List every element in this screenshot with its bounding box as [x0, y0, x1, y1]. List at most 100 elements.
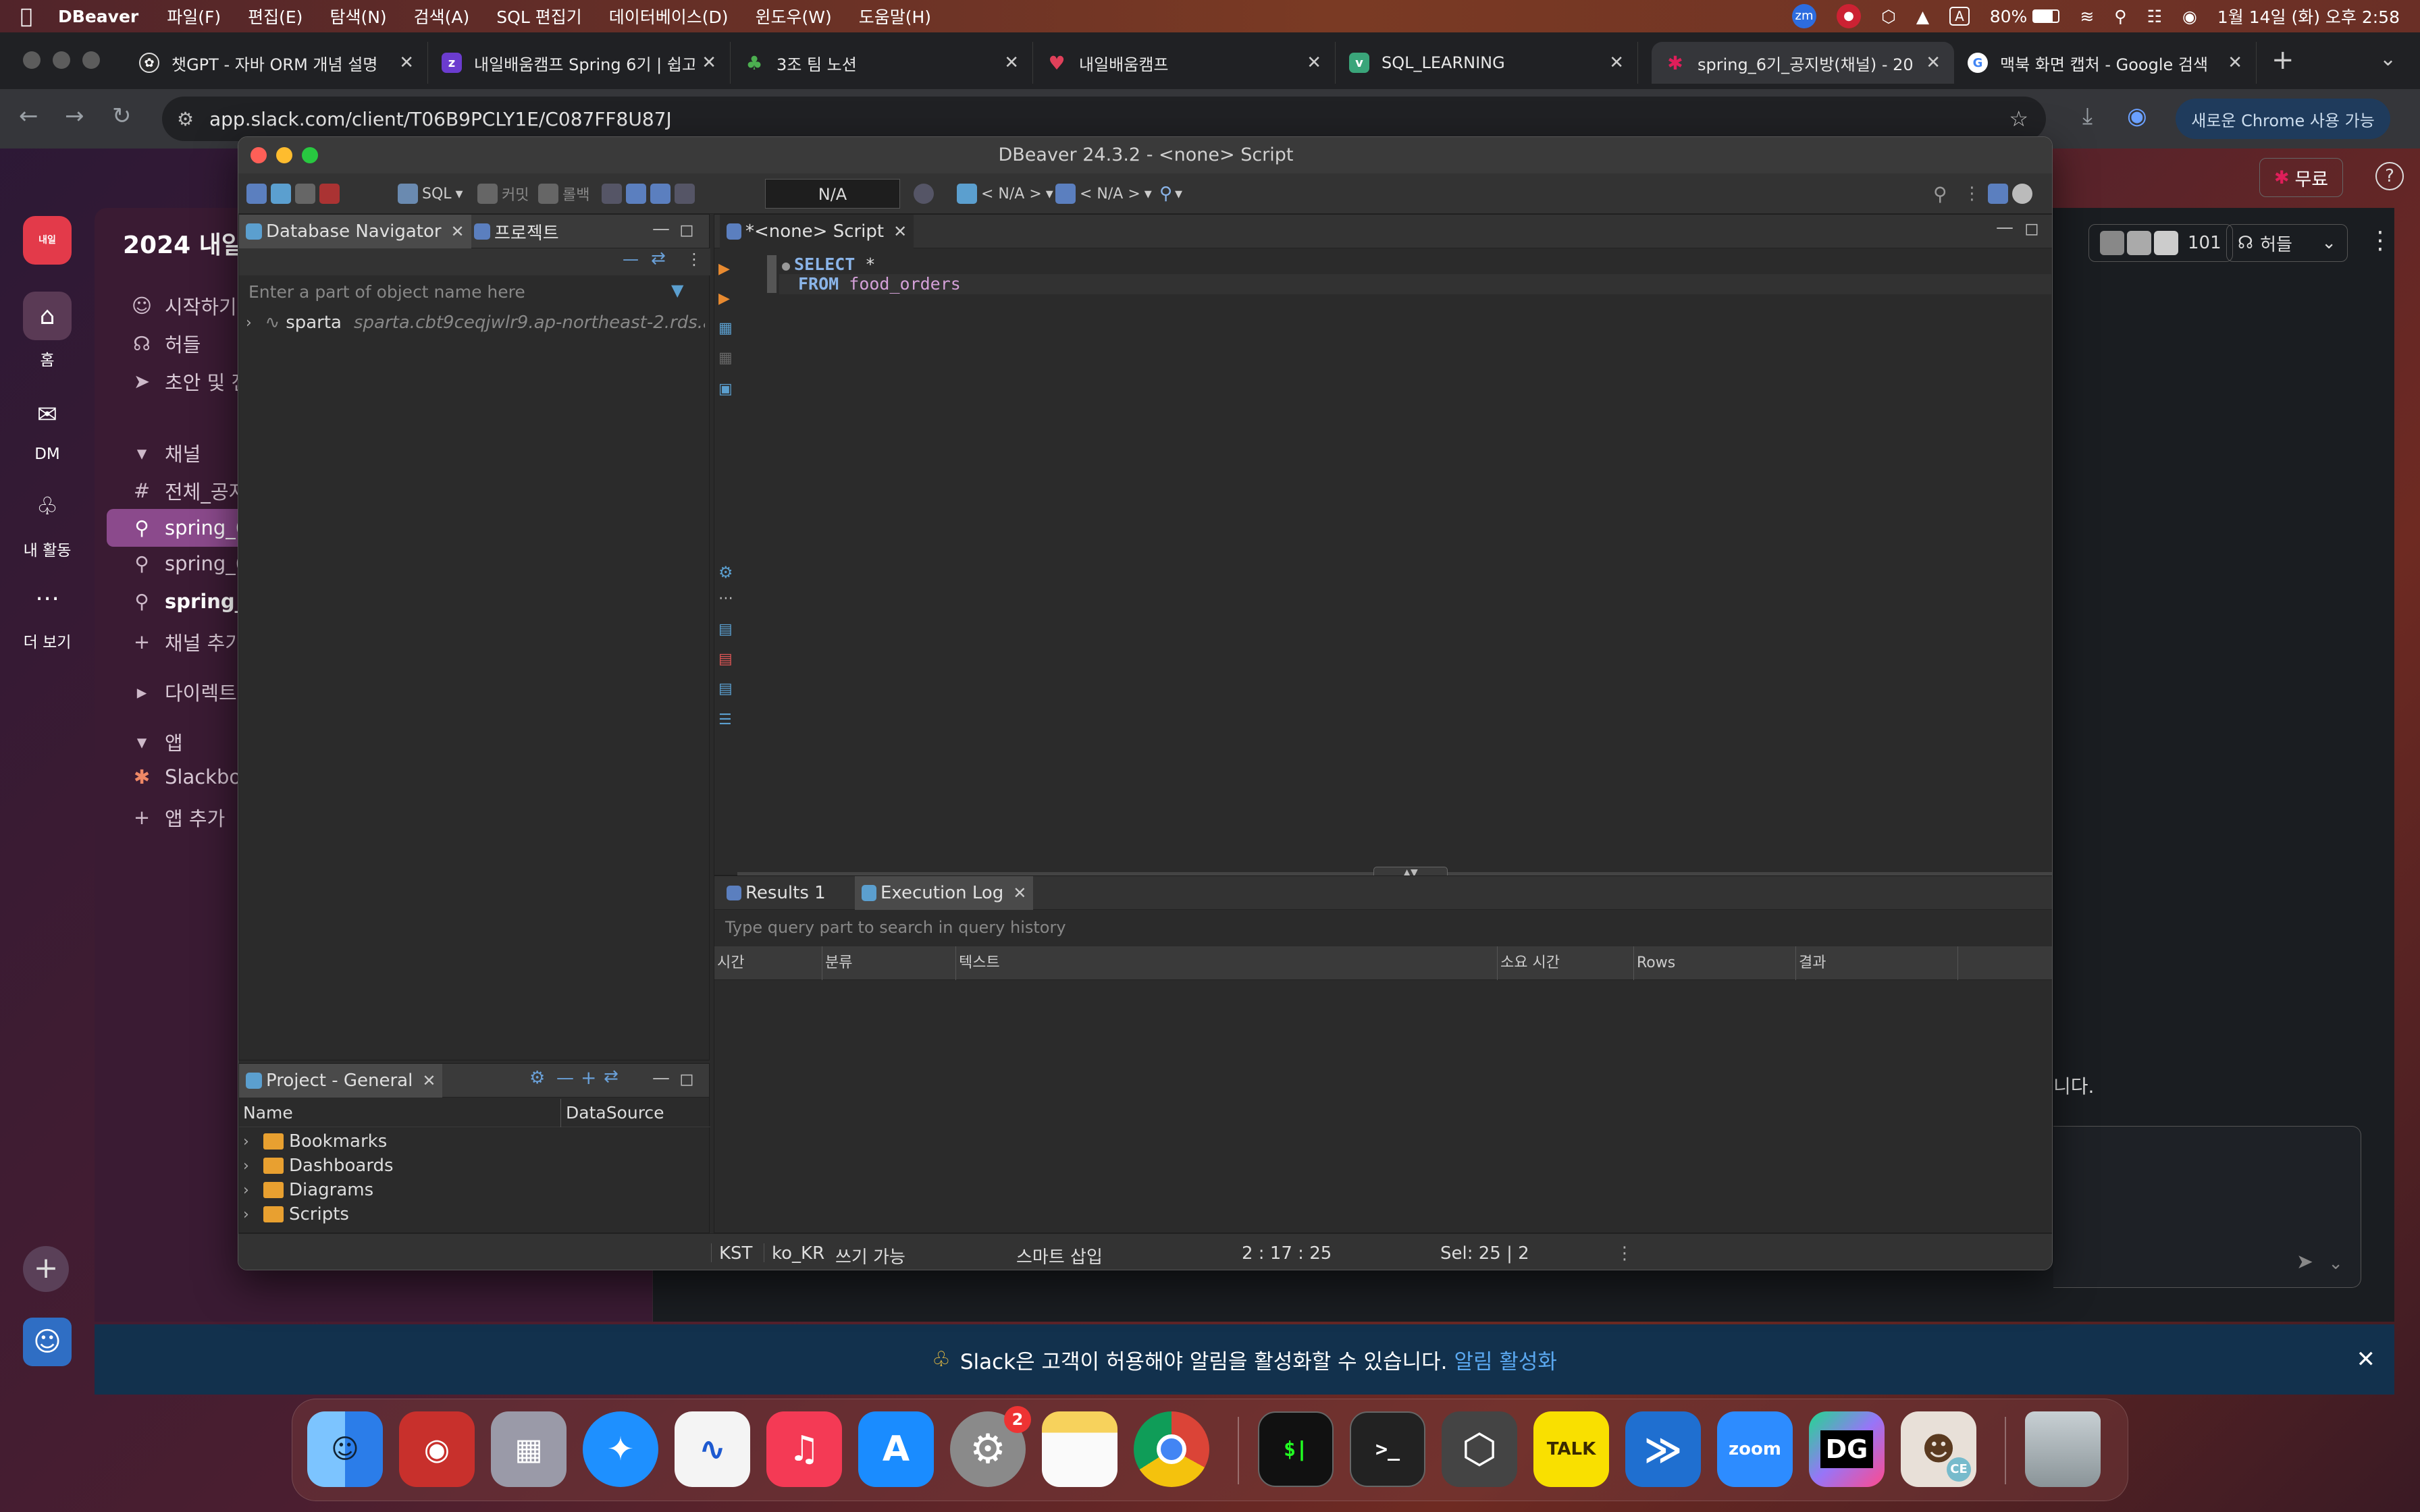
- browser-tab[interactable]: ♥ 내일배움캠프 ✕: [1033, 42, 1336, 84]
- member-avatars[interactable]: 101: [2088, 224, 2233, 262]
- siri-icon[interactable]: ◉: [2182, 7, 2197, 26]
- project-item-diagrams[interactable]: › Diagrams: [243, 1180, 373, 1200]
- dock-system-settings-icon[interactable]: ⚙ 2: [950, 1406, 1031, 1487]
- extension-status-icon[interactable]: ⬡: [1881, 7, 1896, 26]
- more-icon[interactable]: ⋯: [718, 590, 733, 607]
- menu-database[interactable]: 데이터베이스(D): [609, 4, 729, 28]
- outline-icon[interactable]: ▤: [718, 621, 733, 638]
- rail-home[interactable]: ⌂ 홈: [0, 292, 95, 370]
- explain-plan-icon[interactable]: ▦: [718, 320, 733, 337]
- forward-icon[interactable]: →: [65, 103, 84, 130]
- channels-section[interactable]: ▾ 채널: [128, 439, 201, 467]
- dock-notes-icon[interactable]: [1042, 1411, 1117, 1487]
- new-tab-icon[interactable]: +: [2271, 45, 2294, 76]
- dock-unity-icon[interactable]: ⬡: [1442, 1411, 1517, 1487]
- minimize-panel-icon[interactable]: —: [1996, 217, 2014, 238]
- rollback-button[interactable]: 롤백: [538, 182, 589, 206]
- sql-editor-button[interactable]: SQL ▾: [398, 182, 463, 206]
- bookmark-star-icon[interactable]: ☆: [2009, 106, 2028, 132]
- dock-terminal-icon[interactable]: >_: [1350, 1411, 1425, 1487]
- lock-icon[interactable]: [626, 184, 646, 204]
- close-tab-icon[interactable]: ✕: [1609, 53, 1624, 73]
- global-search-icon[interactable]: ⚲: [1933, 183, 1947, 205]
- rail-more[interactable]: ⋯ 더 보기: [0, 574, 95, 652]
- connect-icon[interactable]: [271, 184, 291, 204]
- menu-navigate[interactable]: 탐색(N): [330, 4, 386, 28]
- notification-status-icon[interactable]: ●: [1837, 4, 1861, 28]
- schema-selector[interactable]: < N/A > ▾: [1055, 182, 1152, 206]
- window-close-button[interactable]: [23, 51, 41, 69]
- enable-notifications-link[interactable]: 알림 활성화: [1454, 1345, 1557, 1375]
- maximize-panel-icon[interactable]: ◻: [679, 1069, 694, 1089]
- profile-icon[interactable]: ◉: [2127, 103, 2147, 130]
- apple-icon[interactable]: : [20, 5, 32, 28]
- column-datasource[interactable]: DataSource: [566, 1103, 664, 1123]
- link-icon[interactable]: ⇄: [604, 1066, 619, 1087]
- sidebar-start[interactable]: ☺ 시작하기: [128, 292, 237, 320]
- history-icon[interactable]: [914, 184, 934, 204]
- user-avatar[interactable]: ☺: [23, 1318, 72, 1366]
- kebab-menu-icon[interactable]: ⋮: [2368, 227, 2392, 254]
- view-menu-icon[interactable]: ⋮: [686, 250, 702, 269]
- dock-music-icon[interactable]: ♫: [766, 1411, 842, 1487]
- connection-node[interactable]: › ∿ sparta sparta.cbt9ceqjwlr9.ap-northe…: [246, 309, 705, 336]
- close-tab-icon[interactable]: ✕: [702, 53, 716, 73]
- dbeaver-zoom-button[interactable]: [302, 147, 318, 163]
- minimize-panel-icon[interactable]: —: [652, 1068, 670, 1088]
- new-connection-icon[interactable]: [246, 184, 267, 204]
- browser-tab[interactable]: G 맥북 화면 캡처 - Google 검색 ✕: [1954, 42, 2257, 84]
- close-tab-icon[interactable]: ✕: [399, 53, 414, 73]
- search-dropdown[interactable]: ⚲ ▾: [1159, 182, 1182, 206]
- datasource-selector[interactable]: < N/A > ▾: [957, 182, 1053, 206]
- project-item-bookmarks[interactable]: › Bookmarks: [243, 1131, 387, 1152]
- close-tab-icon[interactable]: ✕: [422, 1071, 436, 1090]
- output-icon[interactable]: ▤: [718, 680, 733, 697]
- transaction-mode-icon[interactable]: [602, 184, 622, 204]
- toolbar-overflow-icon[interactable]: ⋮: [1964, 184, 1981, 204]
- dock-freeform-icon[interactable]: ∿: [675, 1411, 750, 1487]
- pending-icon[interactable]: [675, 184, 695, 204]
- load-plan-icon[interactable]: ▦: [718, 350, 733, 367]
- browser-tab[interactable]: ✿ 챗GPT - 자바 ORM 개념 설명 ✕: [126, 42, 428, 84]
- input-source-icon[interactable]: A: [1949, 7, 1970, 26]
- disconnect-icon[interactable]: [295, 184, 315, 204]
- battery-icon[interactable]: [2032, 9, 2060, 23]
- chevron-right-icon[interactable]: ›: [243, 1133, 263, 1150]
- close-tab-icon[interactable]: ✕: [1926, 53, 1941, 73]
- send-icon[interactable]: ➤: [2296, 1250, 2313, 1274]
- dock-zoom-icon[interactable]: zoom: [1717, 1411, 1793, 1487]
- sidebar-huddles[interactable]: ☊ 허들: [128, 329, 201, 358]
- collapse-icon[interactable]: —: [556, 1068, 574, 1088]
- dock-photo-booth-icon[interactable]: ◉: [399, 1411, 475, 1487]
- dbeaver-perspective-icon[interactable]: [2011, 184, 2032, 204]
- column-type[interactable]: 분류: [822, 946, 956, 980]
- tab-execution-log[interactable]: Execution Log ✕: [855, 876, 1034, 910]
- tab-database-navigator[interactable]: Database Navigator ✕: [239, 215, 471, 248]
- project-item-scripts[interactable]: › Scripts: [243, 1204, 349, 1224]
- project-item-dashboards[interactable]: › Dashboards: [243, 1156, 394, 1176]
- minimize-panel-icon[interactable]: —: [652, 219, 670, 239]
- menu-app-name[interactable]: DBeaver: [58, 7, 138, 26]
- dock-dbeaver-ce-icon[interactable]: ☻ CE: [1901, 1411, 1976, 1487]
- status-insert-mode[interactable]: 스마트 삽입: [1016, 1243, 1103, 1268]
- download-icon[interactable]: ⤓: [2082, 103, 2093, 130]
- site-info-icon[interactable]: ⚙: [177, 108, 194, 130]
- column-text[interactable]: 텍스트: [956, 946, 1498, 980]
- column-name[interactable]: Name: [243, 1103, 293, 1123]
- upgrade-button[interactable]: ✱ 무료: [2259, 158, 2343, 197]
- filter-icon[interactable]: ▼: [671, 281, 683, 300]
- dock-trash-icon[interactable]: [2025, 1411, 2101, 1487]
- close-tab-icon[interactable]: ✕: [893, 222, 907, 241]
- active-catalog-field[interactable]: N/A: [765, 179, 900, 209]
- dock-vscode-icon[interactable]: ≫: [1625, 1411, 1701, 1487]
- perspective-icon[interactable]: [1987, 184, 2008, 204]
- chevron-right-icon[interactable]: ›: [246, 315, 265, 331]
- project-settings-icon[interactable]: ⚙: [529, 1068, 545, 1088]
- column-rows[interactable]: Rows: [1634, 946, 1796, 980]
- chevron-right-icon[interactable]: ›: [243, 1158, 263, 1174]
- dock-iterm-icon[interactable]: $|: [1258, 1411, 1334, 1487]
- tab-project-general[interactable]: Project - General ✕: [239, 1064, 443, 1098]
- maximize-panel-icon[interactable]: ◻: [2024, 219, 2039, 239]
- dock-kakaotalk-icon[interactable]: TALK: [1533, 1411, 1609, 1487]
- close-tab-icon[interactable]: ✕: [1004, 53, 1019, 73]
